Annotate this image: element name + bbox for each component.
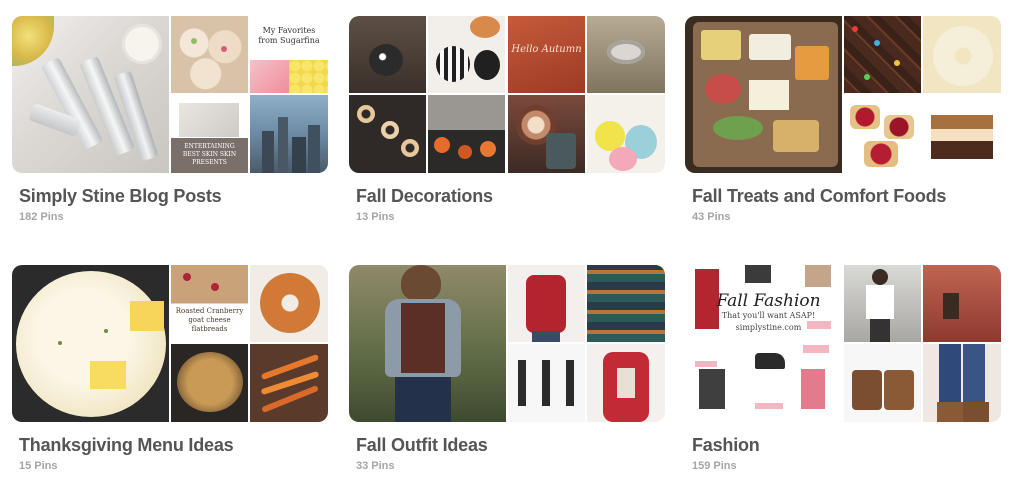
board-pin-count: 13 Pins bbox=[356, 211, 395, 223]
cover-image-mashed-potatoes bbox=[12, 265, 169, 422]
sugarfina-caption: My Favorites from Sugarfina bbox=[258, 26, 320, 45]
board-cover[interactable]: Roasted Cranberry goat cheese flatbreads bbox=[12, 265, 328, 422]
board-pin-count: 159 Pins bbox=[692, 460, 737, 472]
cover-image-boots bbox=[508, 344, 585, 422]
cover-image-table-setting bbox=[587, 16, 665, 93]
cover-image-red-vest bbox=[508, 265, 585, 342]
board-card-fall-outfit-ideas[interactable]: Fall Outfit Ideas 33 Pins bbox=[349, 265, 665, 472]
cover-image-red-coat bbox=[587, 344, 665, 422]
board-pin-count: 43 Pins bbox=[692, 211, 731, 223]
cover-image-plaid-scarf bbox=[587, 265, 665, 342]
cover-image-hello-autumn: Hello Autumn bbox=[508, 16, 585, 93]
board-cover[interactable]: Fall Fashion That you'll want ASAP! simp… bbox=[685, 265, 1001, 422]
board-cover[interactable]: Hello Autumn bbox=[349, 16, 665, 173]
fall-fashion-url: simplystine.com bbox=[735, 323, 802, 332]
board-card-fall-decorations[interactable]: Hello Autumn Fall Decorations 13 Pins bbox=[349, 16, 665, 223]
fall-fashion-title: Fall Fashion bbox=[716, 291, 821, 311]
board-card-fall-treats[interactable]: Fall Treats and Comfort Foods 43 Pins bbox=[685, 16, 1001, 223]
cover-image-porch bbox=[428, 95, 505, 173]
fall-fashion-subtitle: That you'll want ASAP! bbox=[721, 311, 816, 320]
cover-image-painted-pumpkins bbox=[587, 95, 665, 173]
cover-image-bars bbox=[923, 95, 1001, 173]
cover-image-wreath bbox=[508, 95, 585, 173]
board-cover[interactable] bbox=[349, 265, 665, 422]
board-card-thanksgiving-menu[interactable]: Roasted Cranberry goat cheese flatbreads… bbox=[12, 265, 328, 472]
board-pin-count: 182 Pins bbox=[19, 211, 64, 223]
board-title[interactable]: Fall Treats and Comfort Foods bbox=[692, 186, 1001, 207]
hello-autumn-text: Hello Autumn bbox=[511, 44, 582, 55]
cover-image-vest-outfit bbox=[349, 265, 506, 422]
cover-image-cranberry-bites bbox=[844, 95, 921, 173]
board-cover[interactable]: My Favorites from Sugarfina ENTERTAINING… bbox=[12, 16, 328, 173]
cover-image-presents: ENTERTAINING BEST SKIN SKIN PRESENTS bbox=[171, 95, 248, 173]
board-title[interactable]: Fashion bbox=[692, 435, 1001, 456]
cover-image-fall-fashion-collage: Fall Fashion That you'll want ASAP! simp… bbox=[685, 265, 842, 422]
board-title[interactable]: Thanksgiving Menu Ideas bbox=[19, 435, 328, 456]
cover-image-roasted-carrots bbox=[250, 344, 328, 422]
cover-image-desserts bbox=[171, 16, 248, 93]
cover-image-boots-pair bbox=[844, 344, 921, 422]
cover-image-lantern bbox=[349, 16, 426, 93]
board-title[interactable]: Fall Decorations bbox=[356, 186, 665, 207]
cover-image-cardigan bbox=[923, 265, 1001, 342]
board-cover[interactable] bbox=[685, 16, 1001, 173]
cover-image-donuts bbox=[349, 95, 426, 173]
board-card-fashion[interactable]: Fall Fashion That you'll want ASAP! simp… bbox=[685, 265, 1001, 472]
cover-image-bundt-cake bbox=[923, 16, 1001, 93]
cover-image-slow-cooker bbox=[171, 344, 248, 422]
cover-image-city bbox=[250, 95, 328, 173]
cover-image-charcuterie bbox=[685, 16, 842, 173]
cover-image-flatbreads: Roasted Cranberry goat cheese flatbreads bbox=[171, 265, 248, 342]
cover-image-pumpkins-striped bbox=[428, 16, 505, 93]
board-title[interactable]: Fall Outfit Ideas bbox=[356, 435, 665, 456]
board-title[interactable]: Simply Stine Blog Posts bbox=[19, 186, 328, 207]
presents-caption: ENTERTAINING BEST SKIN SKIN PRESENTS bbox=[182, 143, 237, 166]
cover-image-bark bbox=[844, 16, 921, 93]
cover-image-pumpkin-bundt bbox=[250, 265, 328, 342]
board-card-simply-stine-blog-posts[interactable]: My Favorites from Sugarfina ENTERTAINING… bbox=[12, 16, 328, 223]
cover-image-skincare bbox=[12, 16, 169, 173]
board-pin-count: 33 Pins bbox=[356, 460, 395, 472]
flatbreads-caption: Roasted Cranberry goat cheese flatbreads bbox=[175, 307, 244, 333]
cover-image-sugarfina: My Favorites from Sugarfina bbox=[250, 16, 328, 93]
cover-image-jeans bbox=[923, 344, 1001, 422]
board-pin-count: 15 Pins bbox=[19, 460, 58, 472]
cover-image-white-top bbox=[844, 265, 921, 342]
